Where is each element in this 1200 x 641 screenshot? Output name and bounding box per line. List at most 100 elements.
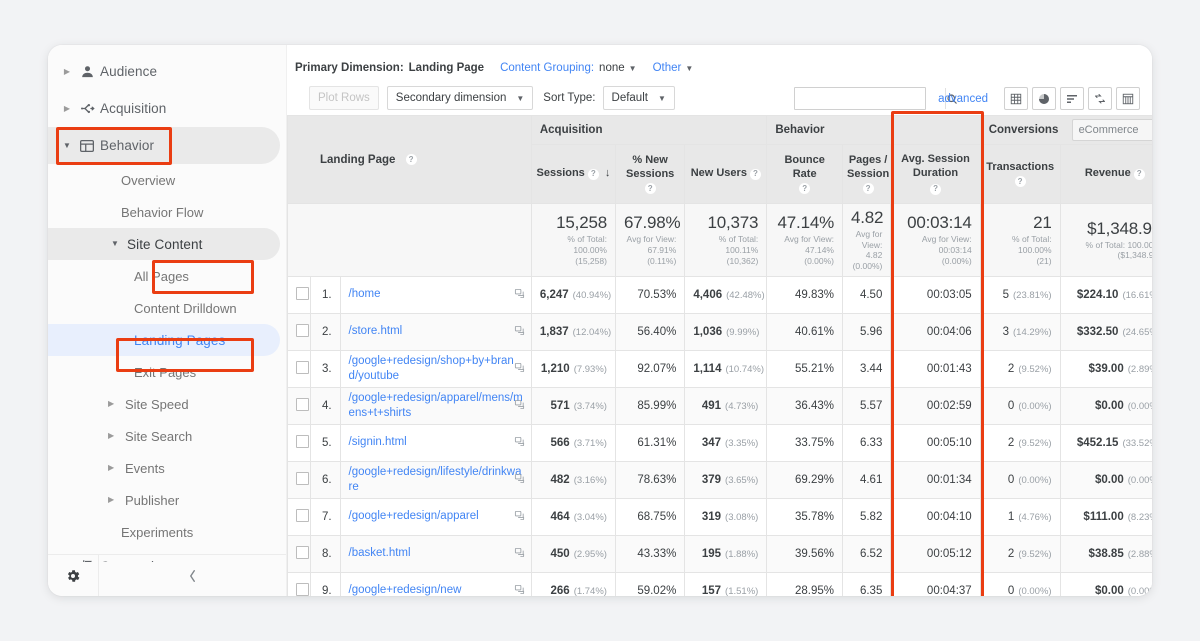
row-checkbox-cell[interactable] <box>287 497 312 536</box>
column-header-new-users[interactable]: New Users ? <box>684 144 768 204</box>
help-icon[interactable]: ? <box>799 183 811 195</box>
open-external-icon[interactable] <box>514 584 525 597</box>
row-pages-session: 6.52 <box>841 534 892 573</box>
plot-rows-button[interactable]: Plot Rows <box>309 86 379 110</box>
primary-dimension-value[interactable]: Landing Page <box>409 62 484 74</box>
total-value: 4.82 <box>851 208 884 227</box>
row-checkbox-cell[interactable] <box>287 460 312 499</box>
row-avg-session-duration: 00:05:12 <box>890 534 981 573</box>
row-transactions: 5 (23.81%) <box>979 275 1061 314</box>
help-icon[interactable]: ? <box>749 168 761 180</box>
row-checkbox-cell[interactable] <box>287 423 312 462</box>
sidebar-item-publisher[interactable]: ▶ Publisher <box>48 484 286 516</box>
help-icon[interactable]: ? <box>930 183 942 195</box>
column-header-bounce-rate[interactable]: Bounce Rate ? <box>766 144 843 204</box>
column-header-pages-session[interactable]: Pages / Session ? <box>841 144 892 204</box>
row-checkbox-cell[interactable] <box>287 386 312 425</box>
open-external-icon[interactable] <box>514 473 525 487</box>
sidebar-item-site-speed[interactable]: ▶ Site Speed <box>48 388 286 420</box>
open-external-icon[interactable] <box>514 325 525 339</box>
landing-page-column-header[interactable]: Landing Page ? <box>287 115 532 204</box>
open-external-icon[interactable] <box>514 362 525 376</box>
secondary-dimension-button[interactable]: Secondary dimension ▼ <box>386 86 534 110</box>
row-landing-page-cell: /google+redesign/apparel/mens/mens+t+shi… <box>339 386 532 425</box>
sidebar-item-all-pages[interactable]: All Pages <box>48 260 286 292</box>
gear-icon[interactable] <box>48 568 98 584</box>
column-header-sessions[interactable]: Sessions ? ↓ <box>530 144 616 204</box>
row-landing-page-link[interactable]: /google+redesign/apparel/mens/mens+t+shi… <box>349 391 523 420</box>
open-external-icon[interactable] <box>514 436 525 450</box>
row-checkbox-cell[interactable] <box>287 275 312 314</box>
column-header-transactions[interactable]: Transactions ? <box>979 144 1061 204</box>
column-header-revenue[interactable]: Revenue ? <box>1059 144 1152 204</box>
row-checkbox[interactable] <box>296 286 309 300</box>
open-external-icon[interactable] <box>514 547 525 561</box>
row-landing-page-link[interactable]: /store.html <box>349 324 523 338</box>
help-icon[interactable]: ? <box>1014 176 1026 188</box>
pivot-view-icon[interactable] <box>1116 87 1140 110</box>
row-checkbox[interactable] <box>296 397 309 411</box>
help-icon[interactable]: ? <box>587 168 599 180</box>
sidebar-item-content-drilldown[interactable]: Content Drilldown <box>48 292 286 324</box>
value: 68.75% <box>637 510 677 523</box>
row-checkbox-cell[interactable] <box>287 571 312 596</box>
value-pct: (3.71%) <box>573 437 607 449</box>
row-landing-page-link[interactable]: /signin.html <box>349 435 523 449</box>
pie-view-icon[interactable] <box>1032 87 1056 110</box>
column-header-new-sessions[interactable]: % New Sessions ? <box>614 144 686 204</box>
value: 0 <box>1007 473 1015 486</box>
row-checkbox[interactable] <box>296 545 309 559</box>
row-landing-page-link[interactable]: /home <box>349 287 523 301</box>
sidebar-item-label: All Pages <box>134 268 189 284</box>
help-icon[interactable]: ? <box>644 183 656 195</box>
sidebar-item-behavior[interactable]: ▼ Behavior <box>48 127 280 164</box>
row-checkbox[interactable] <box>296 360 309 374</box>
ecommerce-select[interactable]: eCommerce ▼ <box>1071 119 1152 141</box>
sidebar-item-overview[interactable]: Overview <box>48 164 286 196</box>
sidebar-item-audience[interactable]: ▶ Audience <box>48 53 286 90</box>
row-landing-page-link[interactable]: /google+redesign/new <box>349 583 523 596</box>
row-checkbox[interactable] <box>296 508 309 522</box>
help-icon[interactable]: ? <box>862 183 874 195</box>
collapse-sidebar-button[interactable] <box>99 569 286 583</box>
table-view-icon[interactable] <box>1004 87 1028 110</box>
column-header-avg-session-duration[interactable]: Avg. Session Duration ? <box>890 144 981 204</box>
advanced-link[interactable]: advanced <box>938 93 988 105</box>
open-external-icon[interactable] <box>514 510 525 524</box>
row-landing-page-link[interactable]: /google+redesign/shop+by+brand/youtube <box>349 354 523 383</box>
row-avg-session-duration: 00:04:06 <box>890 312 981 351</box>
comparison-view-icon[interactable] <box>1088 87 1112 110</box>
row-checkbox[interactable] <box>296 434 309 448</box>
row-checkbox-cell[interactable] <box>287 312 312 351</box>
sidebar-item-label: Overview <box>121 172 176 188</box>
sidebar-item-landing-pages[interactable]: Landing Pages <box>48 324 280 356</box>
performance-view-icon[interactable] <box>1060 87 1084 110</box>
value: 00:02:59 <box>926 399 972 412</box>
sort-type-select[interactable]: Default ▼ <box>602 86 675 110</box>
sidebar-item-exit-pages[interactable]: Exit Pages <box>48 356 286 388</box>
row-checkbox[interactable] <box>296 323 309 337</box>
content-grouping-label[interactable]: Content Grouping: <box>500 62 594 74</box>
search-input[interactable] <box>795 88 946 109</box>
sidebar-item-site-search[interactable]: ▶ Site Search <box>48 420 286 452</box>
row-landing-page-link[interactable]: /basket.html <box>349 546 523 560</box>
row-checkbox-cell[interactable] <box>287 534 312 573</box>
sidebar-item-events[interactable]: ▶ Events <box>48 452 286 484</box>
help-icon[interactable]: ? <box>405 153 417 165</box>
sidebar-item-experiments[interactable]: Experiments <box>48 516 286 548</box>
sidebar-item-site-content[interactable]: ▼ Site Content <box>48 228 280 260</box>
value: 5.57 <box>859 399 883 412</box>
row-landing-page-link[interactable]: /google+redesign/apparel <box>349 509 523 523</box>
row-landing-page-link[interactable]: /google+redesign/lifestyle/drinkware <box>349 465 523 494</box>
help-icon[interactable]: ? <box>1133 168 1145 180</box>
sidebar-item-behavior-flow[interactable]: Behavior Flow <box>48 196 286 228</box>
open-external-icon[interactable] <box>514 288 525 302</box>
row-checkbox[interactable] <box>296 582 309 596</box>
open-external-icon[interactable] <box>514 399 525 413</box>
other-dimension-link[interactable]: Other <box>653 62 682 74</box>
sidebar-item-acquisition[interactable]: ▶ Acquisition <box>48 90 286 127</box>
row-checkbox-cell[interactable] <box>287 349 312 388</box>
row-rank: 4. <box>310 386 341 425</box>
content-grouping-value[interactable]: none <box>599 62 625 74</box>
row-checkbox[interactable] <box>296 471 309 485</box>
